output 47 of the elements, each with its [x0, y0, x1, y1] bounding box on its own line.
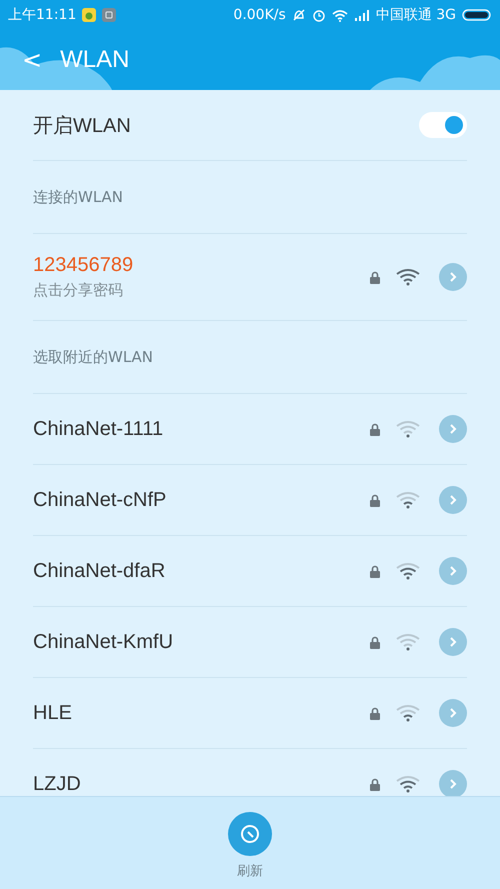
wifi-signal-icon: [396, 420, 420, 438]
network-name[interactable]: HLE: [33, 702, 370, 724]
network-speed: 0.00K/s: [233, 7, 286, 23]
details-button[interactable]: [439, 699, 467, 727]
chevron-right-icon: [448, 423, 458, 435]
chevron-right-icon: [448, 565, 458, 577]
carrier-label: 中国联通 3G: [376, 6, 456, 24]
wlan-label: 开启WLAN: [33, 114, 132, 138]
share-password-hint: 点击分享密码: [33, 281, 124, 300]
details-button[interactable]: [439, 486, 467, 514]
network-name[interactable]: ChinaNet-dfaR: [33, 560, 370, 582]
network-name[interactable]: ChinaNet-1111: [33, 418, 370, 440]
wifi-signal-icon: [396, 775, 420, 793]
network-name[interactable]: ChinaNet-KmfU: [33, 630, 370, 654]
page-title: WLAN: [60, 46, 130, 74]
wifi-signal-icon: [396, 704, 420, 722]
wlan-toggle[interactable]: [419, 112, 467, 138]
connected-network-name: 123456789: [33, 254, 134, 277]
refresh-icon: [239, 823, 261, 845]
refresh-button[interactable]: [228, 812, 272, 856]
battery-icon: [462, 9, 492, 21]
chevron-right-icon: [448, 494, 458, 506]
wifi-signal-icon: [396, 562, 420, 580]
details-button[interactable]: [439, 770, 467, 798]
wifi-signal-icon: [396, 268, 420, 286]
details-button[interactable]: [439, 263, 467, 291]
chevron-right-icon: [448, 707, 458, 719]
app-icon: [82, 8, 96, 22]
wifi-icon: [332, 8, 348, 22]
wifi-signal-icon: [396, 491, 420, 509]
app-icon: [102, 8, 116, 22]
status-time: 上午11:11: [8, 6, 76, 24]
bell-off-icon: [292, 8, 306, 22]
details-button[interactable]: [439, 557, 467, 585]
details-button[interactable]: [439, 415, 467, 443]
section-title: 选取附近的WLAN: [33, 348, 154, 366]
chevron-right-icon: [448, 271, 458, 283]
chevron-right-icon: [448, 636, 458, 648]
chevron-right-icon: [448, 778, 458, 790]
network-name[interactable]: ChinaNet-cNfP: [33, 488, 370, 512]
refresh-label: 刷新: [237, 863, 263, 880]
network-name[interactable]: LZJD: [33, 772, 370, 796]
signal-icon: [354, 9, 370, 21]
alarm-icon: [312, 8, 326, 22]
section-title: 连接的WLAN: [33, 188, 124, 206]
wifi-signal-icon: [396, 633, 420, 651]
details-button[interactable]: [439, 628, 467, 656]
